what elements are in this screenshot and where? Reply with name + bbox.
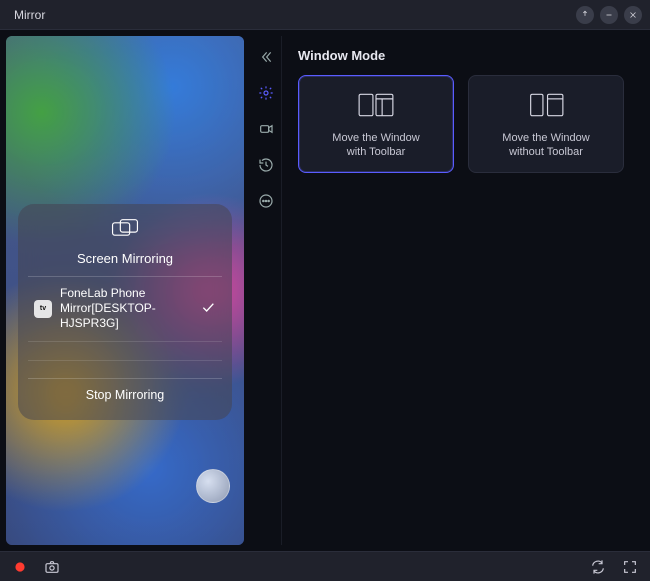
screen-mirroring-icon <box>111 218 139 245</box>
bottombar <box>0 551 650 581</box>
device-preview: Screen Mirroring tv FoneLab Phone Mirror… <box>6 36 244 545</box>
titlebar: Mirror <box>0 0 650 30</box>
content-area: Screen Mirroring tv FoneLab Phone Mirror… <box>0 30 650 551</box>
tab-record[interactable] <box>255 118 277 140</box>
window-mode-without-toolbar[interactable]: Move the Window without Toolbar <box>468 75 624 173</box>
app-title: Mirror <box>14 8 45 22</box>
mode-card-label: Move the Window without Toolbar <box>491 132 601 160</box>
fullscreen-button[interactable] <box>620 557 640 577</box>
mirror-target-row[interactable]: tv FoneLab Phone Mirror[DESKTOP-HJSPR3G] <box>28 276 222 341</box>
control-center-card: Screen Mirroring tv FoneLab Phone Mirror… <box>18 204 232 420</box>
close-button[interactable] <box>624 6 642 24</box>
rotate-button[interactable] <box>588 557 608 577</box>
collapse-panel-button[interactable] <box>255 46 277 68</box>
pin-button[interactable] <box>576 6 594 24</box>
tab-settings[interactable] <box>255 82 277 104</box>
window-mode-with-toolbar[interactable]: Move the Window with Toolbar <box>298 75 454 173</box>
minimize-button[interactable] <box>600 6 618 24</box>
mirror-target-name: FoneLab Phone Mirror[DESKTOP-HJSPR3G] <box>60 286 192 331</box>
side-tabs <box>250 36 282 545</box>
control-center-title: Screen Mirroring <box>77 251 173 266</box>
section-title: Window Mode <box>298 48 628 63</box>
right-pane: Window Mode Move the Window with Toolbar <box>250 36 644 545</box>
tab-more[interactable] <box>255 190 277 212</box>
checkmark-icon <box>200 299 216 318</box>
assistive-touch-button[interactable] <box>196 469 230 503</box>
mode-card-label: Move the Window with Toolbar <box>321 132 431 160</box>
screenshot-button[interactable] <box>42 557 62 577</box>
stop-mirroring-button[interactable]: Stop Mirroring <box>28 378 222 410</box>
record-button[interactable] <box>10 557 30 577</box>
appletv-icon: tv <box>34 300 52 318</box>
settings-body: Window Mode Move the Window with Toolbar <box>282 36 644 545</box>
tab-history[interactable] <box>255 154 277 176</box>
